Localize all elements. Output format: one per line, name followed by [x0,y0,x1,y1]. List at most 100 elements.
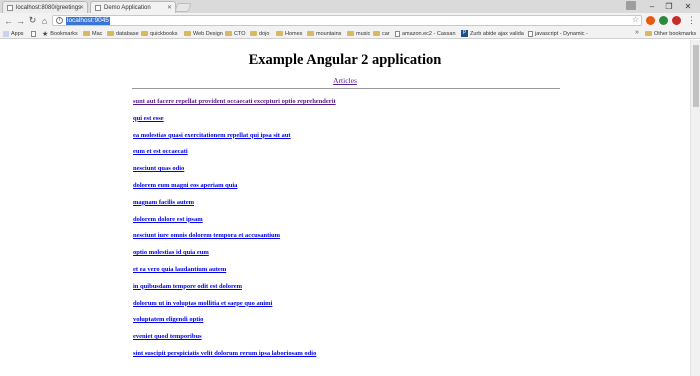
bookmark-page[interactable] [31,29,38,38]
profile-icon[interactable] [626,1,636,10]
article-link[interactable]: eum et est occaecati [133,148,188,155]
more-bookmarks-icon[interactable]: » [635,29,639,36]
article-link[interactable]: dolorem eum magni eos aperiam quia [133,182,237,189]
article-link[interactable]: optio molestias id quia eum [133,249,209,256]
home-icon[interactable]: ⌂ [39,13,50,28]
bookmark-label: quickbooks [150,30,178,37]
extension-icon[interactable] [646,16,655,25]
bookmark-folder-mac[interactable]: Mac [83,29,102,38]
bookmark-folder-cto[interactable]: CTO [225,29,246,38]
reload-icon[interactable]: ↻ [27,13,38,28]
apps-icon [3,30,9,37]
folder-icon [347,31,354,36]
article-link[interactable]: magnam facilis autem [133,199,194,206]
bookmark-amazon-ec2[interactable]: amazon.ec2 - Cassan [395,29,456,38]
article-link[interactable]: eveniet quod temporibus [133,333,202,340]
scrollbar-thumb[interactable] [693,45,699,107]
article-link[interactable]: qui est esse [133,115,164,122]
p-site-icon: P [461,30,468,37]
bookmark-label: Web Design [193,30,223,37]
list-item: dolorem dolore est ipsam [133,216,336,233]
page-icon [31,30,36,37]
list-item: eveniet quod temporibus [133,333,336,350]
bookmarks-bar: Apps ★ Bookmarks Mac database quickbooks… [0,28,700,39]
bookmark-folder-quickbooks[interactable]: quickbooks [141,29,178,38]
bookmark-folder-web-design[interactable]: Web Design [184,29,223,38]
list-item: eum et est occaecati [133,148,336,165]
bookmark-apps[interactable]: Apps [3,29,24,38]
bookmark-javascript-dynamic[interactable]: javascript - Dynamic - [528,29,588,38]
address-bar[interactable]: i localhost:9045 ☆ [52,15,642,26]
article-link[interactable]: sunt aut facere repellat provident occae… [133,98,336,105]
list-item: qui est esse [133,115,336,132]
back-icon[interactable]: ← [3,13,14,28]
browser-toolbar: ← → ↻ ⌂ i localhost:9045 ☆ [0,13,700,28]
bookmark-other[interactable]: Other bookmarks [645,29,696,38]
article-link[interactable]: in quibusdam tempore odit est dolorem [133,283,242,290]
minimize-icon[interactable]: – [644,0,660,12]
tab-greetings[interactable]: localhost:8080/greetings ✕ [2,1,88,13]
folder-icon [307,31,314,36]
page-icon [528,30,533,37]
list-item: et ea vero quia laudantium autem [133,266,336,283]
address-url[interactable]: localhost:9045 [66,17,110,25]
article-link[interactable]: voluptatem eligendi optio [133,316,203,323]
bookmark-folder-mountains[interactable]: mountains [307,29,341,38]
bookmark-label: javascript - Dynamic - [535,30,588,37]
bookmark-label: car [382,30,390,37]
list-item: in quibusdam tempore odit est dolorem [133,283,336,300]
extension-icon[interactable] [659,16,668,25]
bookmark-label: mountains [316,30,342,37]
info-icon[interactable]: i [56,17,63,24]
article-list: sunt aut facere repellat provident occae… [133,98,336,367]
article-link[interactable]: sint suscipit perspiciatis velit dolorum… [133,350,316,357]
page-title: Example Angular 2 application [248,52,442,68]
bookmark-folder-dojo[interactable]: dojo [250,29,269,38]
bookmark-label: Homes [285,30,303,37]
folder-icon [184,31,191,36]
bookmark-label: Zurb abide ajax valida [470,30,524,37]
bookmark-folder-database[interactable]: database [107,29,139,38]
bookmark-star-icon[interactable]: ☆ [632,15,639,24]
article-link[interactable]: dolorum ut in voluptas mollitia et saepe… [133,300,272,307]
bookmark-bookmarks[interactable]: ★ Bookmarks [42,29,78,38]
bookmark-label: CTO [234,30,246,37]
list-item: nesciunt iure omnis dolorem tempora et a… [133,232,336,249]
nav-articles: Articles [0,76,690,85]
close-icon[interactable]: ✕ [167,4,172,11]
extension-icon[interactable] [672,16,681,25]
close-icon[interactable]: ✕ [79,4,84,11]
list-item: magnam facilis autem [133,199,336,216]
list-item: ea molestias quasi exercitationem repell… [133,132,336,149]
tab-strip: localhost:8080/greetings ✕ Demo Applicat… [0,0,700,13]
forward-icon[interactable]: → [15,13,26,28]
new-tab-button[interactable] [174,3,192,12]
bookmark-label: dojo [259,30,270,37]
tab-demo-application[interactable]: Demo Application ✕ [90,1,176,13]
folder-icon [141,31,148,36]
article-link[interactable]: nesciunt quas odio [133,165,184,172]
page-favicon-icon [7,4,13,11]
bookmark-label: Bookmarks [50,30,78,37]
bookmark-folder-car[interactable]: car [373,29,390,38]
menu-icon[interactable]: ⋮ [686,13,697,28]
bookmark-zurb-abide[interactable]: P Zurb abide ajax valida [461,29,524,38]
list-item: sint suscipit perspiciatis velit dolorum… [133,350,336,367]
page-icon [395,30,400,37]
bookmark-label: music [356,30,371,37]
bookmark-label: amazon.ec2 - Cassan [402,30,456,37]
folder-icon [225,31,232,36]
scrollbar[interactable] [690,40,700,376]
articles-link[interactable]: Articles [333,76,357,85]
folder-icon [83,31,90,36]
restore-icon[interactable]: ❐ [661,0,677,12]
window-close-icon[interactable]: ✕ [680,0,696,12]
folder-icon [250,31,257,36]
article-link[interactable]: ea molestias quasi exercitationem repell… [133,132,291,139]
article-link[interactable]: et ea vero quia laudantium autem [133,266,226,273]
article-link[interactable]: dolorem dolore est ipsam [133,216,203,223]
article-link[interactable]: nesciunt iure omnis dolorem tempora et a… [133,232,280,239]
bookmark-folder-music[interactable]: music [347,29,370,38]
list-item: sunt aut facere repellat provident occae… [133,98,336,115]
bookmark-folder-homes[interactable]: Homes [276,29,302,38]
